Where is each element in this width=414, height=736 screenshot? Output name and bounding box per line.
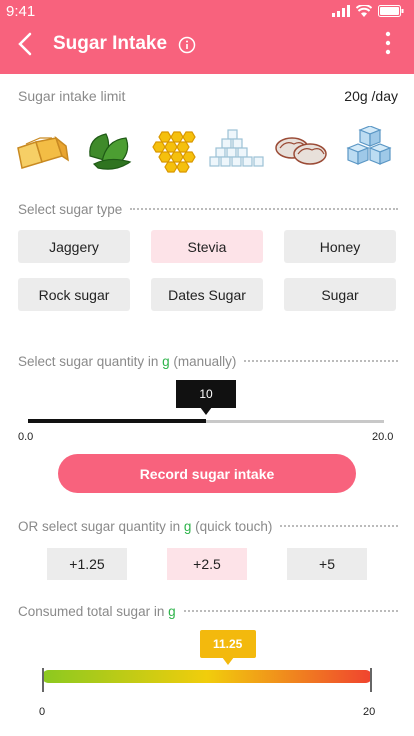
- dotted-divider: [244, 359, 398, 362]
- gauge-start-tick: [42, 668, 44, 692]
- gauge-min-label: 0: [39, 706, 46, 718]
- more-options-icon[interactable]: [384, 30, 392, 56]
- back-arrow-icon[interactable]: [14, 30, 38, 58]
- consumed-unit: g: [168, 604, 176, 619]
- quick-add-2-5-button[interactable]: +2.5: [167, 548, 247, 580]
- type-jaggery-button[interactable]: Jaggery: [18, 230, 130, 263]
- manual-label-prefix: Select sugar quantity in: [18, 354, 159, 369]
- type-honey-button[interactable]: Honey: [284, 230, 396, 263]
- dotted-divider: [280, 524, 398, 527]
- signal-icon: [332, 5, 350, 17]
- consumed-total-label: Consumed total sugar in g: [18, 604, 398, 619]
- nav-bar: Sugar Intake: [0, 24, 414, 68]
- jaggery-icon[interactable]: [12, 126, 72, 174]
- battery-icon: [378, 5, 404, 17]
- manual-quantity-label: Select sugar quantity in g (manually): [18, 354, 398, 369]
- sugar-cubes-icon[interactable]: [338, 126, 398, 174]
- quantity-slider[interactable]: 10: [28, 380, 384, 440]
- select-type-label: Select sugar type: [18, 202, 398, 217]
- quick-quantity-label: OR select sugar quantity in g (quick tou…: [18, 519, 398, 534]
- dates-icon[interactable]: [272, 126, 332, 174]
- type-sugar-button[interactable]: Sugar: [284, 278, 396, 311]
- intake-limit-row: Sugar intake limit 20g /day: [18, 88, 398, 106]
- stevia-leaf-icon[interactable]: [80, 126, 140, 174]
- quick-unit: g: [183, 519, 192, 534]
- sugar-icon-row: [12, 126, 402, 176]
- gauge-end-tick: [370, 668, 372, 692]
- status-time: 9:41: [6, 3, 36, 20]
- quick-add-1-25-button[interactable]: +1.25: [47, 548, 127, 580]
- info-icon[interactable]: [178, 36, 196, 54]
- type-dates-sugar-button[interactable]: Dates Sugar: [151, 278, 263, 311]
- wifi-icon: [356, 5, 372, 17]
- record-sugar-intake-button[interactable]: Record sugar intake: [58, 454, 356, 493]
- slider-max-label: 20.0: [372, 431, 394, 443]
- quick-label-suffix: (quick touch): [195, 519, 273, 534]
- intake-limit-label: Sugar intake limit: [18, 88, 126, 104]
- gauge-max-label: 20: [363, 706, 376, 718]
- select-type-text: Select sugar type: [18, 202, 123, 217]
- consumed-label-prefix: Consumed total sugar in: [18, 604, 165, 619]
- consumed-gauge: 11.25: [42, 630, 372, 720]
- quick-add-5-button[interactable]: +5: [287, 548, 367, 580]
- type-rock-sugar-button[interactable]: Rock sugar: [18, 278, 130, 311]
- manual-label-suffix: (manually): [173, 354, 237, 369]
- manual-unit: g: [162, 354, 170, 369]
- status-icons: [332, 5, 404, 17]
- type-stevia-button[interactable]: Stevia: [151, 230, 263, 263]
- status-bar: 9:41: [0, 0, 414, 24]
- quick-label-prefix: OR select sugar quantity in: [18, 519, 181, 534]
- slider-fill: [28, 419, 206, 423]
- dotted-divider: [130, 207, 398, 210]
- consumed-value: 11.25: [212, 637, 243, 651]
- gauge-value-badge: 11.25: [199, 630, 256, 665]
- intake-limit-value: 20g /day: [344, 88, 398, 104]
- slider-min-label: 0.0: [18, 431, 34, 443]
- gauge-bar: [42, 670, 372, 683]
- slider-value: 10: [199, 387, 213, 401]
- honeycomb-icon[interactable]: [148, 126, 208, 174]
- page-title: Sugar Intake: [53, 33, 168, 54]
- app-header: 9:41 Sugar Intake: [0, 0, 414, 74]
- dotted-divider: [183, 609, 398, 612]
- rock-sugar-icon[interactable]: [206, 126, 266, 174]
- slider-value-tooltip[interactable]: 10: [176, 380, 236, 415]
